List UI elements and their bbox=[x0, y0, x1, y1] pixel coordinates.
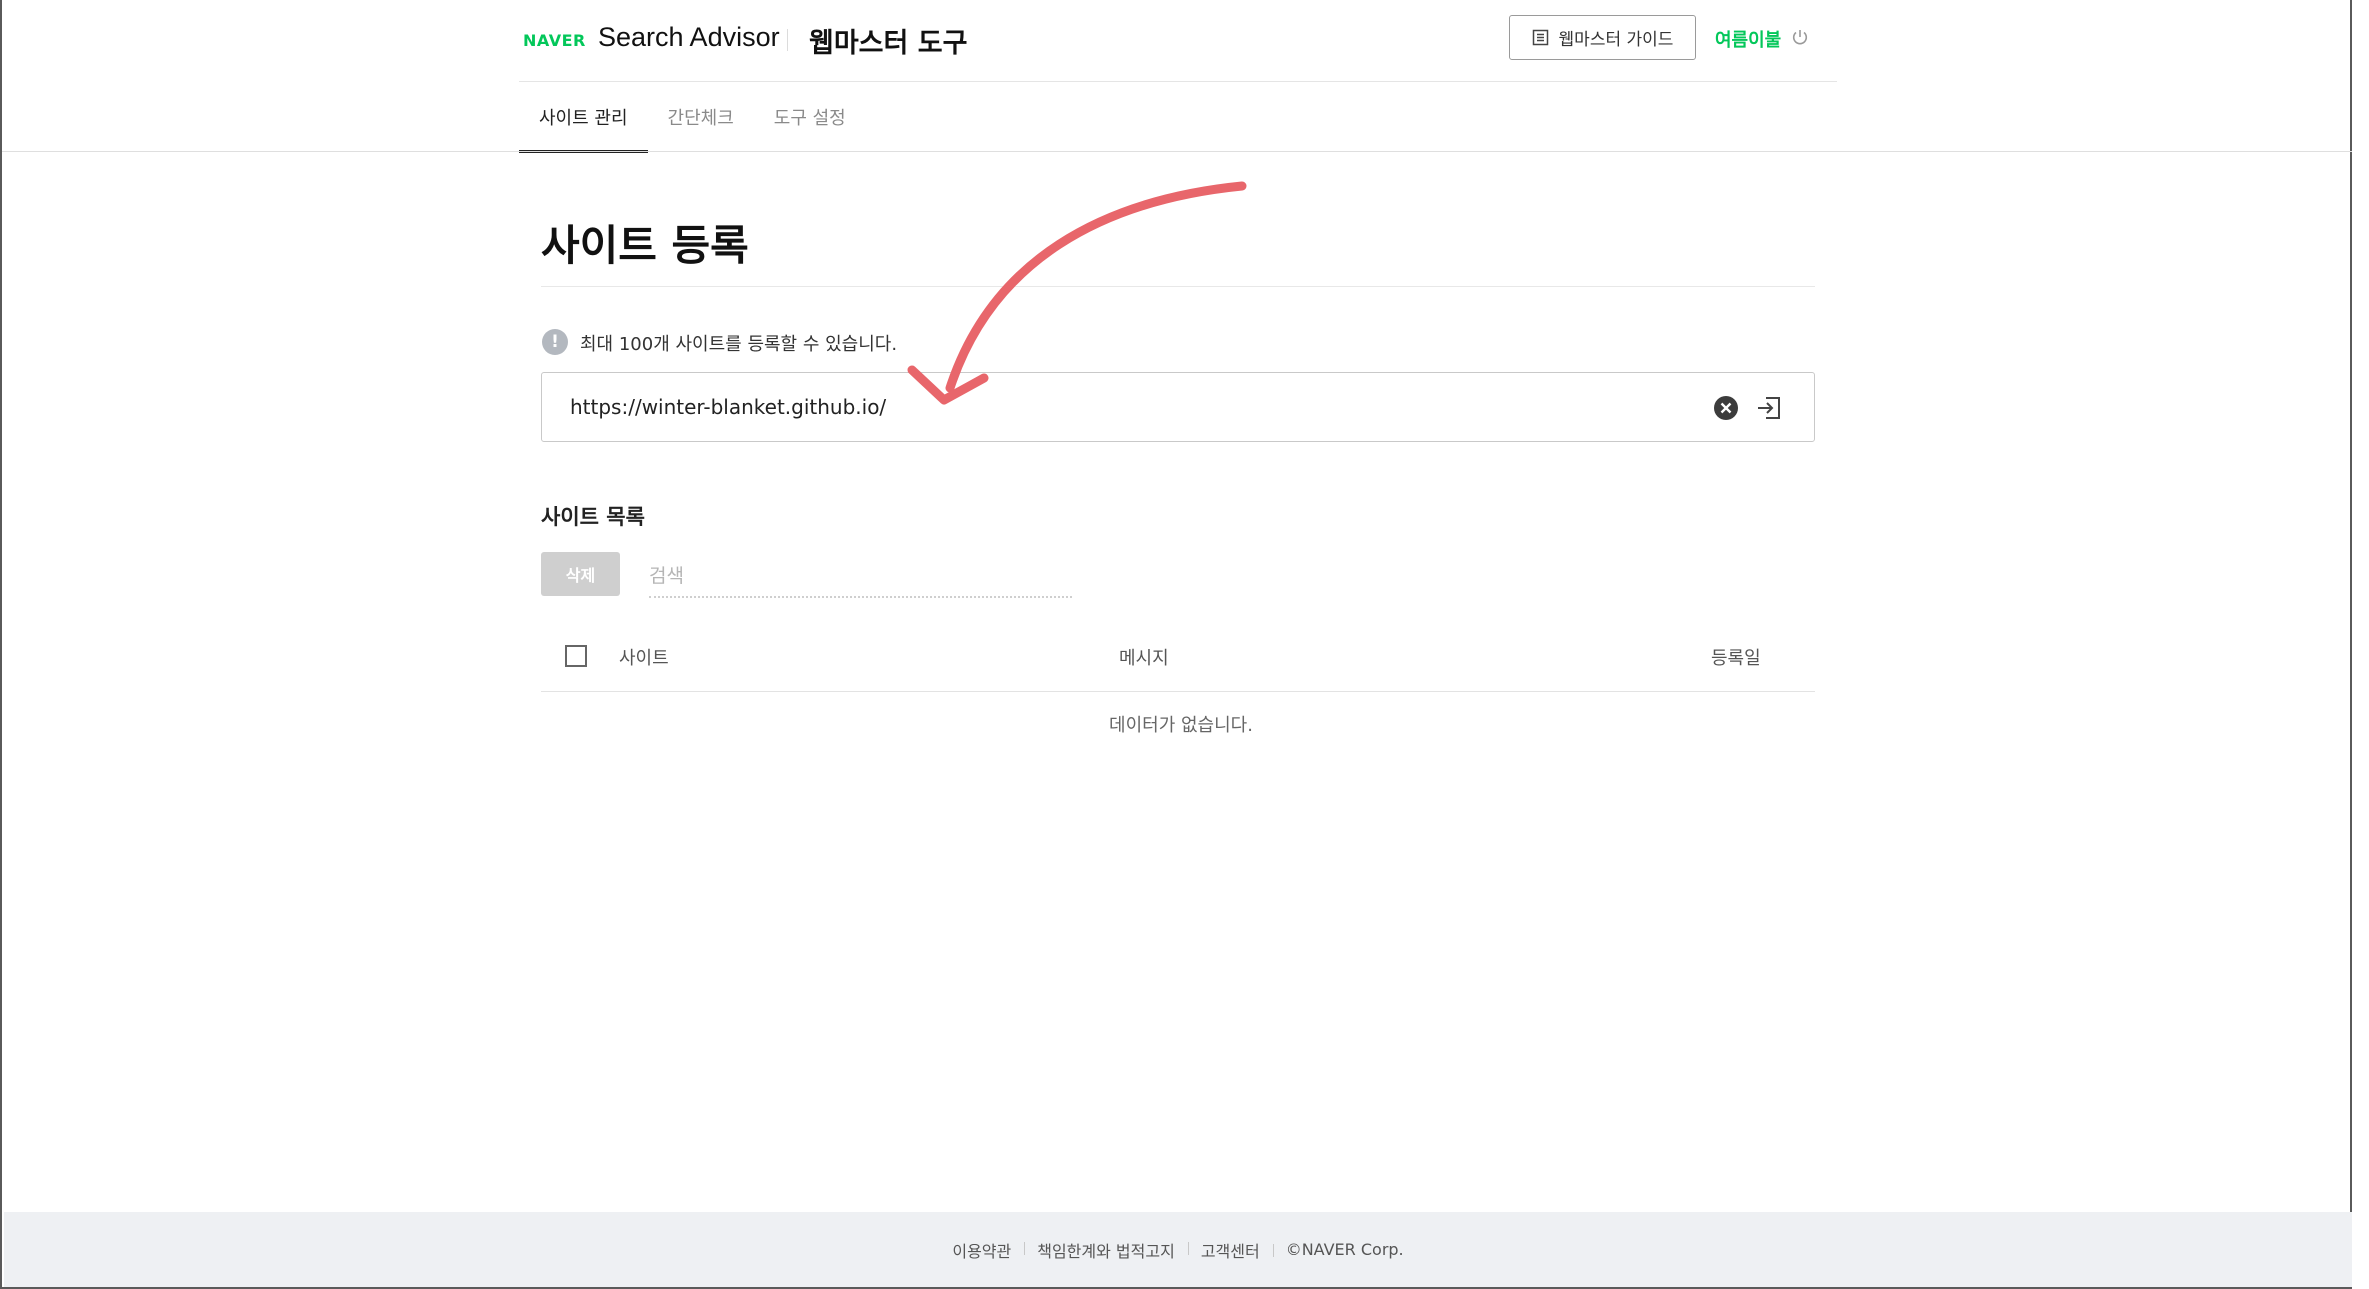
column-header-site: 사이트 bbox=[619, 648, 669, 669]
power-icon[interactable] bbox=[1791, 28, 1809, 46]
site-list-title: 사이트 목록 bbox=[541, 505, 645, 529]
footer-support-link[interactable]: 고객센터 bbox=[1187, 1238, 1273, 1262]
site-url-input[interactable] bbox=[570, 391, 1670, 423]
brand-divider bbox=[787, 29, 788, 51]
select-all-checkbox[interactable] bbox=[565, 645, 587, 667]
submit-icon[interactable] bbox=[1756, 395, 1782, 421]
user-name[interactable]: 여름이불 bbox=[1715, 26, 1781, 52]
column-header-message: 메시지 bbox=[1119, 648, 1169, 669]
webmaster-tool-title[interactable]: 웹마스터 도구 bbox=[809, 21, 967, 60]
page-title: 사이트 등록 bbox=[541, 221, 749, 270]
site-url-field bbox=[541, 372, 1815, 442]
footer: 이용약관 책임한계와 법적고지 고객센터 ©NAVER Corp. bbox=[4, 1212, 2352, 1287]
empty-table-message: 데이터가 없습니다. bbox=[1109, 715, 1253, 736]
clear-icon[interactable] bbox=[1713, 395, 1739, 421]
top-header: NAVER Search Advisor 웹마스터 도구 웹마스터 가이드 여름… bbox=[519, 0, 1837, 82]
footer-terms-link[interactable]: 이용약관 bbox=[939, 1238, 1024, 1262]
title-divider bbox=[541, 286, 1815, 287]
tab-site-management[interactable]: 사이트 관리 bbox=[519, 82, 648, 153]
guide-button-label: 웹마스터 가이드 bbox=[1558, 30, 1674, 50]
guide-book-icon bbox=[1532, 29, 1548, 46]
footer-copyright: ©NAVER Corp. bbox=[1272, 1240, 1417, 1259]
site-table-header: 사이트 메시지 등록일 bbox=[541, 626, 1815, 692]
naver-logo[interactable]: NAVER bbox=[523, 31, 586, 50]
browser-viewport: NAVER Search Advisor 웹마스터 도구 웹마스터 가이드 여름… bbox=[0, 0, 2354, 1289]
search-advisor-brand[interactable]: Search Advisor bbox=[598, 22, 780, 53]
webmaster-guide-button[interactable]: 웹마스터 가이드 bbox=[1509, 15, 1696, 60]
tab-tool-settings[interactable]: 도구 설정 bbox=[754, 82, 866, 152]
delete-button[interactable]: 삭제 bbox=[541, 552, 620, 596]
footer-legal-link[interactable]: 책임한계와 법적고지 bbox=[1024, 1238, 1188, 1262]
site-search-input[interactable] bbox=[649, 556, 1072, 598]
column-header-date: 등록일 bbox=[1711, 648, 1761, 669]
main-tabs: 사이트 관리 간단체크 도구 설정 bbox=[519, 82, 866, 153]
register-limit-notice: 최대 100개 사이트를 등록할 수 있습니다. bbox=[580, 334, 898, 355]
window-gutter bbox=[2352, 0, 2369, 1289]
tab-quick-check[interactable]: 간단체크 bbox=[648, 82, 754, 152]
info-icon: ! bbox=[542, 329, 568, 355]
tabs-divider bbox=[2, 151, 2354, 152]
